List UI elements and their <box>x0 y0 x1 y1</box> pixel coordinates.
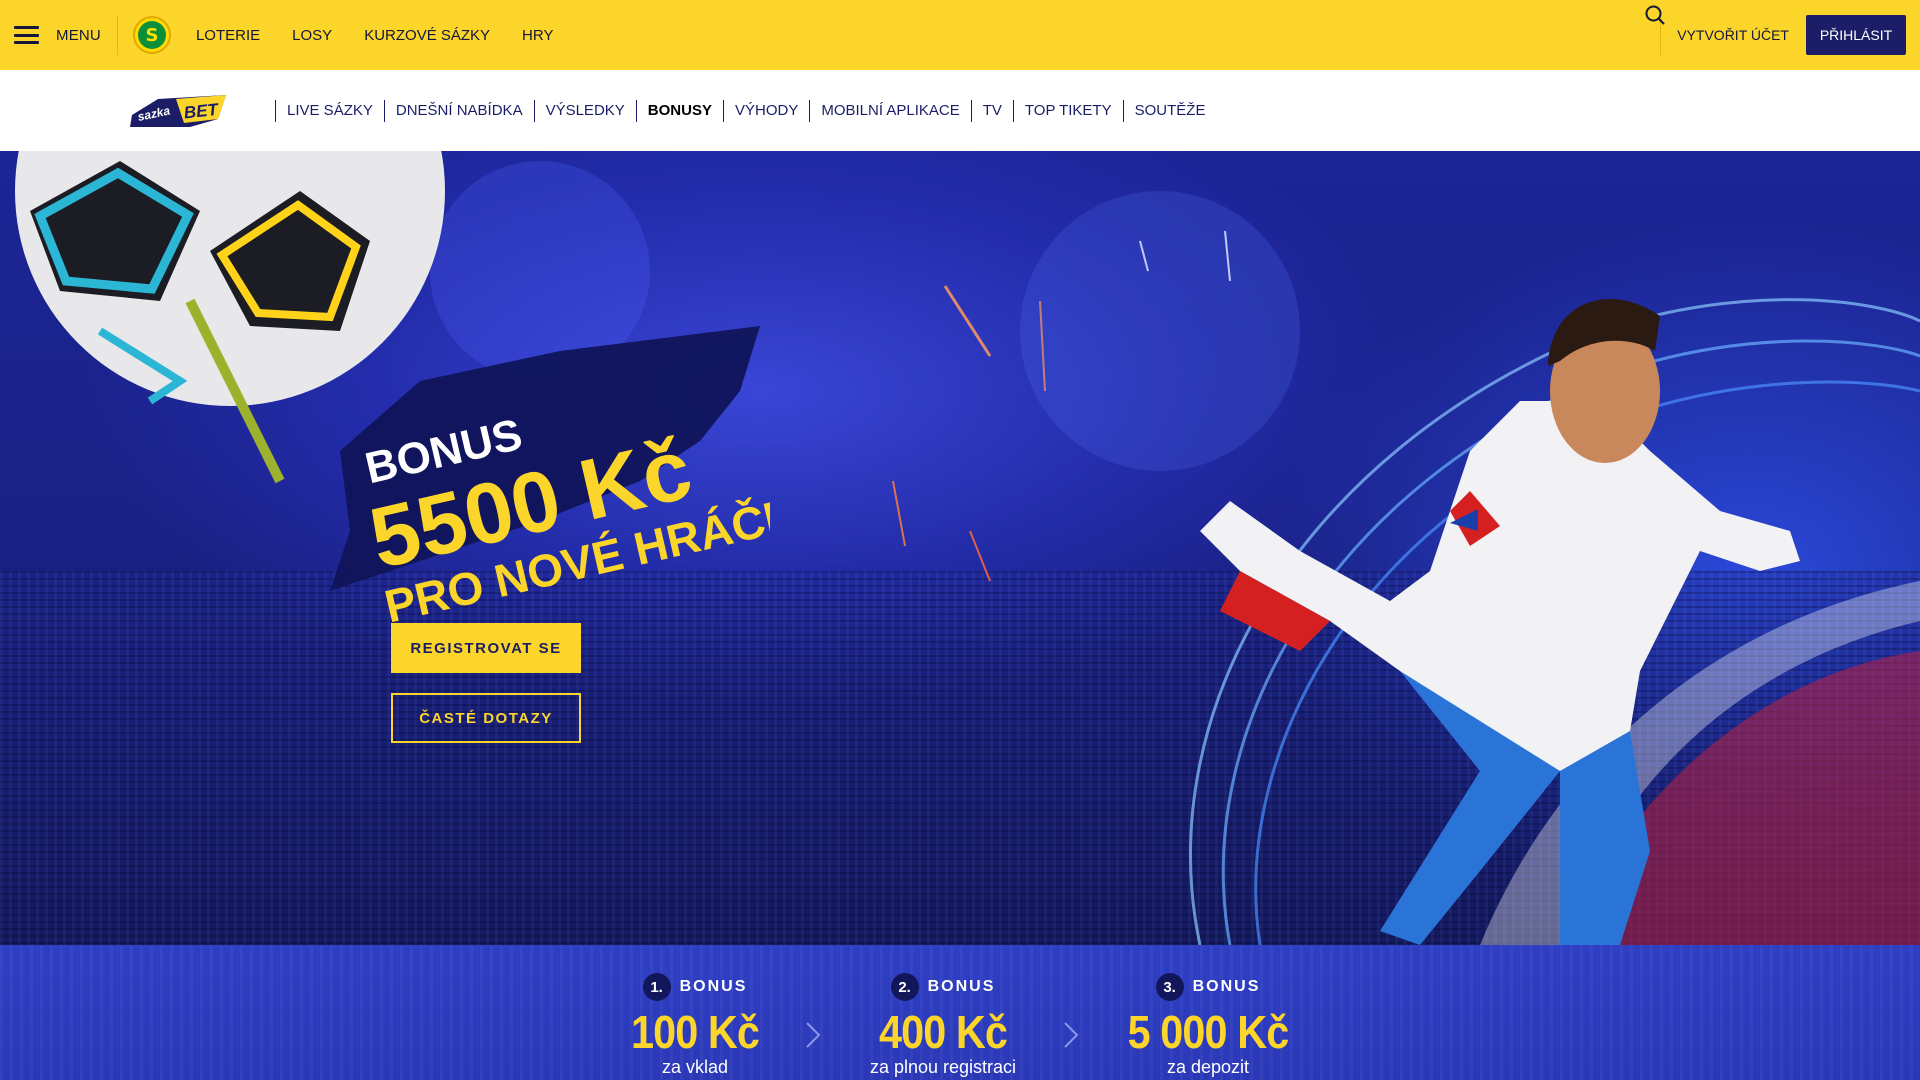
bonus-item-1: 1. BONUS 100 Kč za vklad <box>590 973 800 1078</box>
sub-nav-tv[interactable]: TV <box>970 99 1013 122</box>
create-account-link[interactable]: VYTVOŘIT ÚČET <box>1677 27 1789 43</box>
top-nav-losy[interactable]: LOSY <box>292 27 332 44</box>
bonus-description: za plnou registraci <box>869 1057 1017 1077</box>
bonus-amount: 400 Kč <box>878 1006 1008 1058</box>
sub-nav-vysledky[interactable]: VÝSLEDKY <box>533 99 636 122</box>
bonus-description: za depozit <box>1166 1057 1250 1077</box>
sub-nav-bar: sazka BET LIVE SÁZKY DNEŠNÍ NABÍDKA VÝSL… <box>0 70 1920 151</box>
bonus-label: BONUS <box>1192 978 1261 995</box>
bonus-item-2: 2. BONUS 400 Kč za plnou registraci <box>838 973 1048 1078</box>
register-button[interactable]: REGISTROVAT SE <box>391 623 581 673</box>
sub-nav: LIVE SÁZKY DNEŠNÍ NABÍDKA VÝSLEDKY BONUS… <box>275 70 1216 151</box>
menu-button[interactable]: MENU <box>14 26 101 44</box>
bonus-amount: 100 Kč <box>630 1006 760 1058</box>
bonus-label: BONUS <box>679 978 748 995</box>
top-nav-loterie[interactable]: LOTERIE <box>196 27 260 44</box>
promo-headline: BONUS 5500 Kč PRO NOVÉ HRÁČE <box>361 410 770 633</box>
hamburger-icon <box>14 26 39 44</box>
bonus-number-badge: 1. <box>642 973 671 1001</box>
top-bar: MENU S LOTERIE LOSY KURZOVÉ SÁZKY HRY VY… <box>0 0 1920 70</box>
bonus-item-3: 3. BONUS 5 000 Kč za depozit <box>1098 973 1318 1078</box>
top-nav-hry[interactable]: HRY <box>522 27 553 44</box>
account-area: VYTVOŘIT ÚČET PŘIHLÁSIT <box>1645 0 1906 70</box>
top-nav: LOTERIE LOSY KURZOVÉ SÁZKY HRY <box>196 27 585 44</box>
bonus-description: za vklad <box>661 1057 729 1077</box>
login-button[interactable]: PŘIHLÁSIT <box>1806 15 1906 55</box>
chevron-right-icon <box>1064 1022 1079 1048</box>
bonus-label: BONUS <box>927 978 996 995</box>
bonus-amount: 5 000 Kč <box>1127 1006 1290 1058</box>
sazkabet-logo[interactable]: sazka BET <box>128 93 228 131</box>
sub-nav-top-tikety[interactable]: TOP TIKETY <box>1012 99 1123 122</box>
top-nav-kurzove-sazky[interactable]: KURZOVÉ SÁZKY <box>364 27 490 44</box>
sub-nav-mobilni-aplikace[interactable]: MOBILNÍ APLIKACE <box>809 99 970 122</box>
sub-nav-bonusy[interactable]: BONUSY <box>635 99 723 122</box>
sub-nav-souteze[interactable]: SOUTĚŽE <box>1122 99 1217 122</box>
hero-illustration <box>15 151 1920 945</box>
svg-text:BET: BET <box>183 100 220 123</box>
search-icon[interactable] <box>1644 4 1666 26</box>
sub-nav-live-sazky[interactable]: LIVE SÁZKY <box>275 99 384 122</box>
hero-banner: BONUS 5500 Kč PRO NOVÉ HRÁČE REGISTROVAT… <box>0 151 1920 945</box>
sazka-logo[interactable]: S <box>132 16 171 54</box>
divider <box>116 15 118 55</box>
sub-nav-vyhody[interactable]: VÝHODY <box>722 99 809 122</box>
sub-nav-dnesni-nabidka[interactable]: DNEŠNÍ NABÍDKA <box>383 99 534 122</box>
faq-button[interactable]: ČASTÉ DOTAZY <box>391 693 581 743</box>
bonus-number-badge: 3. <box>1155 973 1184 1001</box>
chevron-right-icon <box>806 1022 821 1048</box>
bonus-number-badge: 2. <box>890 973 919 1001</box>
menu-label: MENU <box>56 26 101 44</box>
bonus-strip: 1. BONUS 100 Kč za vklad 2. BONUS 400 Kč… <box>0 945 1920 1080</box>
